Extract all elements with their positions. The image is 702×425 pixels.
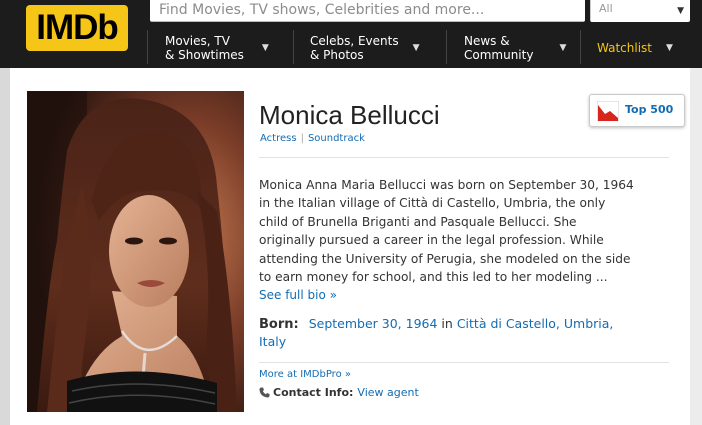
chevron-down-icon: ▼ (665, 43, 673, 53)
search-scope-select[interactable]: All ▼ (590, 0, 690, 22)
chevron-down-icon: ▼ (677, 6, 684, 16)
divider (259, 362, 669, 363)
bio-line: to earn money for school, and this led t… (259, 270, 608, 285)
birth-date-link[interactable]: September 30, 1964 (309, 316, 438, 331)
birth-country-link[interactable]: Italy (259, 334, 286, 349)
contact-info: Contact Info: View agent (259, 386, 419, 399)
nav-label: Movies, TV & Showtimes (165, 34, 244, 62)
imdbpro-link[interactable]: More at IMDbPro » (259, 369, 351, 380)
person-name: Monica Bellucci (259, 100, 440, 130)
nav-label: News & Community (464, 34, 534, 62)
bio-line: attending the University of Perugia, she… (259, 251, 631, 266)
imdb-logo[interactable]: IMDb (26, 5, 128, 51)
nav-celebs-events-photos[interactable]: Celebs, Events & Photos ▼ (310, 30, 420, 66)
birth-place-link[interactable]: Città di Castello, Umbria, (457, 316, 614, 331)
scrollbar[interactable] (690, 68, 702, 425)
nav-watchlist[interactable]: Watchlist ▼ (597, 30, 673, 66)
nav-movies-tv-showtimes[interactable]: Movies, TV & Showtimes ▼ (165, 30, 269, 66)
nav-divider (446, 30, 447, 64)
phone-icon (259, 387, 270, 398)
profile-photo[interactable] (27, 91, 244, 412)
nav-divider (293, 30, 294, 64)
bio-line: in the Italian village of Città di Caste… (259, 196, 606, 211)
nav-label: Celebs, Events & Photos (310, 34, 399, 62)
contact-info-label: Contact Info: (273, 386, 354, 399)
view-agent-link[interactable]: View agent (357, 386, 418, 399)
job-link-actress[interactable]: Actress (260, 133, 297, 144)
see-full-bio-link[interactable]: See full bio » (259, 288, 337, 302)
bio-line: Monica Anna Maria Bellucci was born on S… (259, 178, 634, 192)
job-link-soundtrack[interactable]: Soundtrack (308, 133, 365, 144)
chevron-down-icon: ▼ (412, 43, 420, 53)
born-label: Born: (259, 317, 299, 332)
top-navbar: IMDb Find Movies, TV shows, Celebrities … (0, 0, 702, 68)
born-in-text: in (441, 316, 453, 331)
bio-line: originally pursued a career in the legal… (259, 233, 604, 248)
job-categories: Actress | Soundtrack (260, 133, 365, 144)
chevron-down-icon: ▼ (261, 43, 269, 53)
biography: Monica Anna Maria Bellucci was born on S… (259, 176, 679, 305)
nav-divider (147, 30, 148, 64)
top500-label: Top 500 (625, 103, 674, 116)
watchlist-label: Watchlist (597, 41, 652, 55)
search-scope-value: All (599, 2, 613, 15)
search-input[interactable]: Find Movies, TV shows, Celebrities and m… (150, 0, 585, 22)
starmeter-top500-badge[interactable]: Top 500 (589, 94, 685, 127)
job-separator: | (300, 133, 304, 144)
nav-news-community[interactable]: News & Community ▼ (464, 30, 566, 66)
bio-line: child of Brunella Briganti and Pasquale … (259, 214, 577, 229)
trend-chart-icon (597, 101, 619, 121)
search-placeholder: Find Movies, TV shows, Celebrities and m… (159, 2, 485, 18)
chevron-down-icon: ▼ (559, 43, 567, 53)
nav-divider (580, 30, 581, 64)
birth-info: Born: September 30, 1964 in Città di Cas… (259, 315, 613, 350)
divider (259, 157, 669, 158)
portrait-image (27, 91, 244, 412)
